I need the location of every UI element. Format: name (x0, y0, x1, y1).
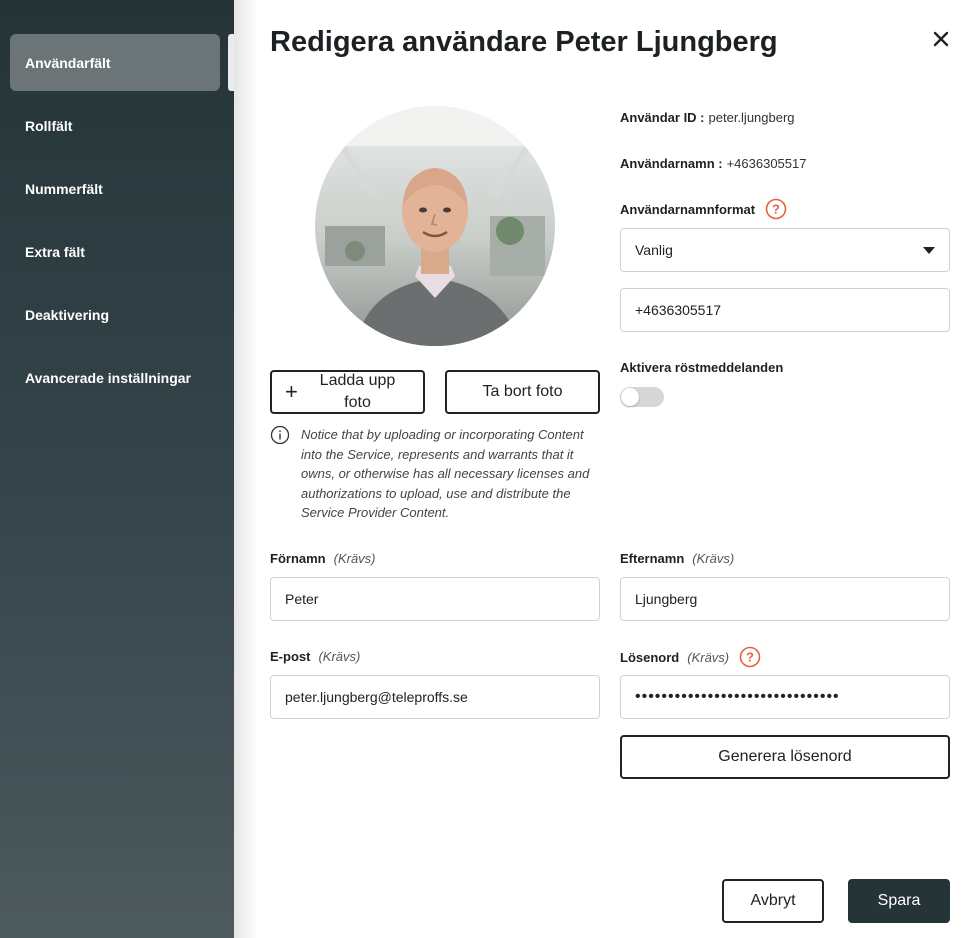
help-icon[interactable]: ? (765, 198, 787, 220)
close-icon (933, 31, 949, 47)
email-field[interactable]: peter.ljungberg@teleproffs.se (270, 675, 600, 719)
required-hint: (Krävs) (692, 551, 735, 566)
email-label: E-post (270, 649, 311, 664)
username-format-label-row: Användarnamnformat ? (620, 198, 787, 220)
password-label-row: Lösenord (Krävs) ? (620, 646, 761, 668)
sidebar-item-nummerfalt[interactable]: Nummerfält (10, 160, 220, 217)
sidebar-item-label: Deaktivering (25, 306, 110, 323)
lastname-value: Ljungberg (635, 591, 698, 607)
sidebar-item-label: Nummerfält (25, 180, 103, 197)
sidebar: Användarfält Rollfält Nummerfält Extra f… (0, 0, 234, 938)
page-title: Redigera användare Peter Ljungberg (270, 26, 778, 58)
sidebar-item-extra-falt[interactable]: Extra fält (10, 223, 220, 280)
user-id-label: Användar ID : (620, 110, 705, 125)
plus-icon: + (285, 379, 298, 404)
save-button[interactable]: Spara (848, 879, 950, 923)
sidebar-item-anvandarfalt[interactable]: Användarfält (10, 34, 220, 91)
required-hint: (Krävs) (687, 649, 730, 665)
sidebar-item-label: Extra fält (25, 243, 85, 260)
username-row: Användarnamn : +4636305517 (620, 156, 806, 171)
upload-photo-label: Ladda upp foto (319, 372, 396, 411)
username-value: +4636305517 (726, 156, 807, 171)
voicemail-label: Aktivera röstmeddelanden (620, 360, 784, 375)
username-label: Användarnamn : (620, 156, 723, 171)
save-label: Spara (877, 892, 921, 909)
info-icon (270, 425, 290, 445)
password-field[interactable]: ••••••••••••••••••••••••••••••• (620, 675, 950, 719)
sidebar-item-rollfalt[interactable]: Rollfält (10, 97, 220, 154)
firstname-label: Förnamn (270, 551, 326, 566)
user-id-value: peter.ljungberg (708, 110, 795, 125)
lastname-label-row: Efternamn (Krävs) (620, 551, 734, 566)
password-label: Lösenord (620, 649, 680, 665)
lastname-label: Efternamn (620, 551, 685, 566)
sidebar-item-label: Användarfält (25, 54, 111, 71)
username-format-label: Användarnamnformat (620, 201, 756, 217)
sidebar-item-deaktivering[interactable]: Deaktivering (10, 286, 220, 343)
sidebar-item-label: Rollfält (25, 117, 73, 134)
sidebar-item-avancerade[interactable]: Avancerade inställningar (10, 349, 220, 406)
generate-password-label: Generera lösenord (718, 748, 852, 765)
upload-notice: Notice that by uploading or incorporatin… (301, 427, 590, 521)
user-id-row: Användar ID : peter.ljungberg (620, 110, 795, 125)
svg-text:?: ? (772, 202, 780, 217)
upload-photo-button[interactable]: + Ladda upp foto (270, 370, 425, 414)
voicemail-toggle[interactable] (620, 387, 664, 407)
generate-password-button[interactable]: Generera lösenord (620, 735, 950, 779)
lastname-field[interactable]: Ljungberg (620, 577, 950, 621)
remove-photo-label: Ta bort foto (482, 383, 563, 400)
help-icon[interactable]: ? (739, 646, 761, 668)
chevron-down-icon (923, 247, 935, 254)
cancel-button[interactable]: Avbryt (722, 879, 824, 923)
panel-shadow (234, 0, 258, 938)
sidebar-item-label: Avancerade inställningar (25, 369, 191, 386)
firstname-field[interactable]: Peter (270, 577, 600, 621)
firstname-value: Peter (285, 591, 319, 607)
username-field-value: +4636305517 (635, 302, 722, 318)
firstname-label-row: Förnamn (Krävs) (270, 551, 376, 566)
remove-photo-button[interactable]: Ta bort foto (445, 370, 600, 414)
avatar (315, 106, 555, 346)
username-format-value: Vanlig (635, 242, 673, 258)
email-value: peter.ljungberg@teleproffs.se (285, 689, 468, 705)
username-format-select[interactable]: Vanlig (620, 228, 950, 272)
toggle-knob (621, 388, 639, 406)
email-label-row: E-post (Krävs) (270, 649, 360, 664)
required-hint: (Krävs) (333, 551, 376, 566)
username-field[interactable]: +4636305517 (620, 288, 950, 332)
cancel-label: Avbryt (750, 892, 796, 909)
close-button[interactable] (928, 26, 954, 52)
password-value: ••••••••••••••••••••••••••••••• (635, 688, 840, 705)
svg-text:?: ? (746, 650, 754, 665)
required-hint: (Krävs) (318, 649, 361, 664)
